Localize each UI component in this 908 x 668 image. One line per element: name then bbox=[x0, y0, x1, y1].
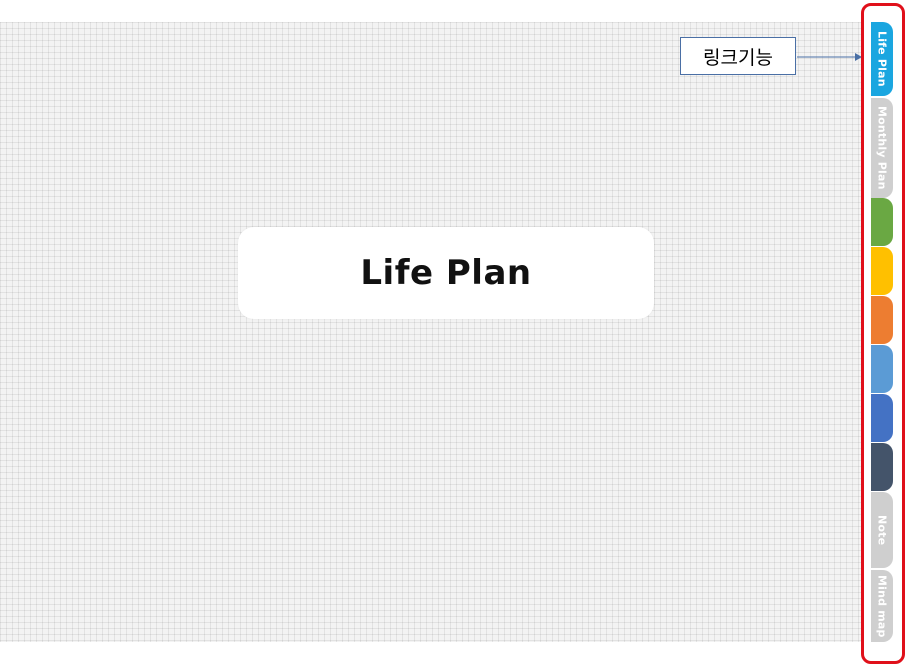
annotation-label: 링크기능 bbox=[703, 46, 773, 69]
tab-label-mind-map: Mind map bbox=[875, 574, 889, 638]
tab-life-plan[interactable]: Life Plan bbox=[871, 22, 893, 96]
tab-color-green[interactable] bbox=[871, 198, 893, 246]
tab-monthly-plan[interactable]: Monthly Plan bbox=[871, 98, 893, 198]
tab-mind-map[interactable]: Mind map bbox=[871, 570, 893, 642]
tab-color-navy[interactable] bbox=[871, 443, 893, 491]
tab-color-yellow[interactable] bbox=[871, 247, 893, 295]
page-title: Life Plan bbox=[360, 253, 532, 293]
page-title-card: Life Plan bbox=[238, 227, 654, 319]
tab-color-orange[interactable] bbox=[871, 296, 893, 344]
planner-page-canvas bbox=[0, 22, 862, 642]
tab-note[interactable]: Note bbox=[871, 492, 893, 568]
tab-label-note: Note bbox=[875, 514, 889, 546]
annotation-arrow-icon bbox=[797, 53, 862, 61]
tab-color-blue[interactable] bbox=[871, 394, 893, 442]
tab-label-monthly-plan: Monthly Plan bbox=[875, 106, 889, 190]
annotation-callout: 링크기능 bbox=[680, 37, 796, 75]
tab-color-light-blue[interactable] bbox=[871, 345, 893, 393]
tab-label-life-plan: Life Plan bbox=[875, 31, 889, 87]
